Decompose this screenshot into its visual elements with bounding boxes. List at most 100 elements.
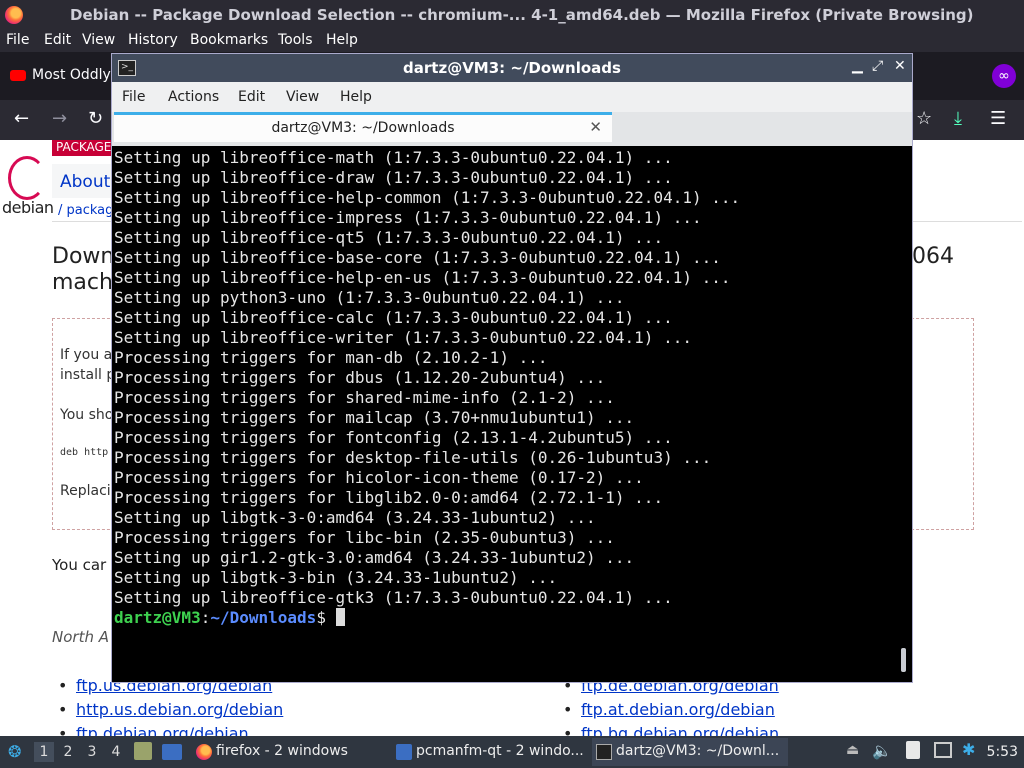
clock[interactable]: 5:53 xyxy=(987,744,1018,760)
mirror-intro: You car xyxy=(52,556,107,574)
download-icon[interactable]: ⤓ xyxy=(954,108,962,129)
maximize-icon[interactable]: ⤢ xyxy=(872,58,883,74)
firefox-logo-icon xyxy=(5,6,23,24)
terminal-output[interactable]: Setting up libreoffice-math (1:7.3.3-0ub… xyxy=(114,146,910,682)
back-icon[interactable]: ← xyxy=(14,108,29,129)
debian-logo-text: debian xyxy=(2,198,54,217)
ff-menu-help[interactable]: Help xyxy=(326,32,358,48)
term-menu-actions[interactable]: Actions xyxy=(168,89,219,105)
task-pcmanfm-label: pcmanfm-qt - 2 windo... xyxy=(416,743,584,759)
terminal-tab[interactable]: dartz@VM3: ~/Downloads ✕ xyxy=(114,112,612,142)
terminal-line: Setting up libreoffice-base-core (1:7.3.… xyxy=(114,248,721,267)
firefox-icon xyxy=(196,744,212,760)
terminal-tab-label: dartz@VM3: ~/Downloads xyxy=(271,120,455,136)
ff-menu-file[interactable]: File xyxy=(6,32,29,48)
terminal-scrollbar[interactable] xyxy=(901,648,906,672)
term-menu-view[interactable]: View xyxy=(286,89,319,105)
desktop-3[interactable]: 3 xyxy=(82,742,102,762)
terminal-lines: Setting up libreoffice-math (1:7.3.3-0ub… xyxy=(114,148,740,608)
term-menu-edit[interactable]: Edit xyxy=(238,89,265,105)
note-line: You sho xyxy=(60,407,114,423)
show-desktop-icon[interactable] xyxy=(162,744,182,760)
note-line: If you a xyxy=(60,347,113,363)
close-icon[interactable]: ✕ xyxy=(894,58,906,74)
ff-menu-bookmarks[interactable]: Bookmarks xyxy=(190,32,268,48)
bookmark-star-icon[interactable]: ☆ xyxy=(916,108,932,129)
hamburger-menu-icon[interactable]: ☰ xyxy=(990,108,1006,129)
file-manager-icon[interactable] xyxy=(134,742,152,760)
terminal-icon xyxy=(596,744,612,760)
network-icon[interactable] xyxy=(934,742,952,758)
shell-prompt: dartz@VM3:~/Downloads$ xyxy=(114,608,345,628)
minimize-icon[interactable]: ▁ xyxy=(852,58,863,74)
task-firefox-label: firefox - 2 windows xyxy=(216,743,348,759)
terminal-line: Setting up libreoffice-help-en-us (1:7.3… xyxy=(114,268,731,287)
term-menu-file[interactable]: File xyxy=(122,89,145,105)
taskbar: ❂ 1 2 3 4 firefox - 2 windows pcmanfm-qt… xyxy=(0,736,1024,768)
prompt-path: ~/Downloads xyxy=(210,608,317,627)
close-tab-icon[interactable]: ✕ xyxy=(589,118,602,136)
terminal-line: Setting up libgtk-3-bin (3.24.33-1ubuntu… xyxy=(114,568,558,587)
terminal-line: Processing triggers for libglib2.0-0:amd… xyxy=(114,488,664,507)
task-firefox[interactable]: firefox - 2 windows xyxy=(192,738,388,766)
note-line: install p xyxy=(60,367,116,383)
terminal-line: Processing triggers for man-db (2.10.2-1… xyxy=(114,348,548,367)
mirror-link[interactable]: ftp.at.debian.org/debian xyxy=(563,700,775,719)
tray-eject-icon[interactable]: ⏏ xyxy=(846,742,859,758)
terminal-line: Processing triggers for libc-bin (2.35-0… xyxy=(114,528,615,547)
firefox-window-title: Debian -- Package Download Selection -- … xyxy=(70,6,974,24)
firefox-menubar: File Edit View History Bookmarks Tools H… xyxy=(0,30,1024,52)
terminal-line: Setting up libreoffice-calc (1:7.3.3-0ub… xyxy=(114,308,673,327)
debian-swirl-icon xyxy=(8,156,46,200)
mirror-link[interactable]: ftp.bg.debian.org/debian xyxy=(563,724,779,736)
page-title-right: 064 xyxy=(912,244,954,269)
prompt-separator: : xyxy=(200,608,211,627)
terminal-line: Setting up gir1.2-gtk-3.0:amd64 (3.24.33… xyxy=(114,548,635,567)
note-code: deb http xyxy=(60,447,109,458)
desktop-2[interactable]: 2 xyxy=(58,742,78,762)
volume-icon[interactable]: 🔈 xyxy=(872,741,892,760)
youtube-icon xyxy=(10,70,26,81)
terminal-line: Setting up libreoffice-draw (1:7.3.3-0ub… xyxy=(114,168,673,187)
task-pcmanfm[interactable]: pcmanfm-qt - 2 windo... xyxy=(392,738,588,766)
terminal-line: Processing triggers for hicolor-icon-the… xyxy=(114,468,644,487)
terminal-window-title: dartz@VM3: ~/Downloads xyxy=(403,59,621,77)
bluetooth-icon[interactable]: ✱ xyxy=(962,740,975,759)
prompt-char: $ xyxy=(316,608,336,627)
ff-menu-edit[interactable]: Edit xyxy=(44,32,71,48)
breadcrumb-link[interactable]: / packag xyxy=(58,203,113,218)
terminal-line: Setting up libreoffice-gtk3 (1:7.3.3-0ub… xyxy=(114,588,673,607)
terminal-line: Setting up libreoffice-qt5 (1:7.3.3-0ubu… xyxy=(114,228,664,247)
terminal-titlebar[interactable]: >_ dartz@VM3: ~/Downloads ▁ ⤢ ✕ xyxy=(112,54,912,82)
mirror-link[interactable]: http.us.debian.org/debian xyxy=(58,700,283,719)
terminal-line: Setting up python3-uno (1:7.3.3-0ubuntu0… xyxy=(114,288,625,307)
terminal-window: >_ dartz@VM3: ~/Downloads ▁ ⤢ ✕ File Act… xyxy=(111,53,913,683)
clipboard-icon[interactable] xyxy=(906,741,920,759)
desktop-4[interactable]: 4 xyxy=(106,742,126,762)
terminal-line: Processing triggers for dbus (1.12.20-2u… xyxy=(114,368,606,387)
start-menu-icon[interactable]: ❂ xyxy=(8,742,21,761)
private-browsing-icon: ∞ xyxy=(992,64,1016,88)
prompt-user: dartz@VM3 xyxy=(114,608,201,627)
terminal-line: Setting up libreoffice-help-common (1:7.… xyxy=(114,188,741,207)
terminal-line: Setting up libreoffice-math (1:7.3.3-0ub… xyxy=(114,148,673,167)
reload-icon[interactable]: ↻ xyxy=(88,108,103,129)
ff-menu-history[interactable]: History xyxy=(128,32,178,48)
terminal-menubar: File Actions Edit View Help xyxy=(112,82,912,112)
terminal-line: Processing triggers for mailcap (3.70+nm… xyxy=(114,408,635,427)
terminal-tabbar: dartz@VM3: ~/Downloads ✕ xyxy=(112,112,912,146)
terminal-line: Setting up libreoffice-impress (1:7.3.3-… xyxy=(114,208,702,227)
task-terminal[interactable]: dartz@VM3: ~/Downl... xyxy=(592,738,788,766)
forward-icon[interactable]: → xyxy=(52,108,67,129)
terminal-line: Setting up libgtk-3-0:amd64 (3.24.33-1ub… xyxy=(114,508,596,527)
task-terminal-label: dartz@VM3: ~/Downl... xyxy=(616,743,780,759)
text-cursor xyxy=(335,608,345,626)
region-heading: North A xyxy=(52,628,109,646)
firefox-titlebar: Debian -- Package Download Selection -- … xyxy=(0,0,1024,30)
ff-menu-view[interactable]: View xyxy=(82,32,115,48)
ff-menu-tools[interactable]: Tools xyxy=(278,32,313,48)
term-menu-help[interactable]: Help xyxy=(340,89,372,105)
desktop-1[interactable]: 1 xyxy=(34,742,54,762)
folder-icon xyxy=(396,744,412,760)
mirror-link[interactable]: ftp.debian.org/debian xyxy=(58,724,249,736)
